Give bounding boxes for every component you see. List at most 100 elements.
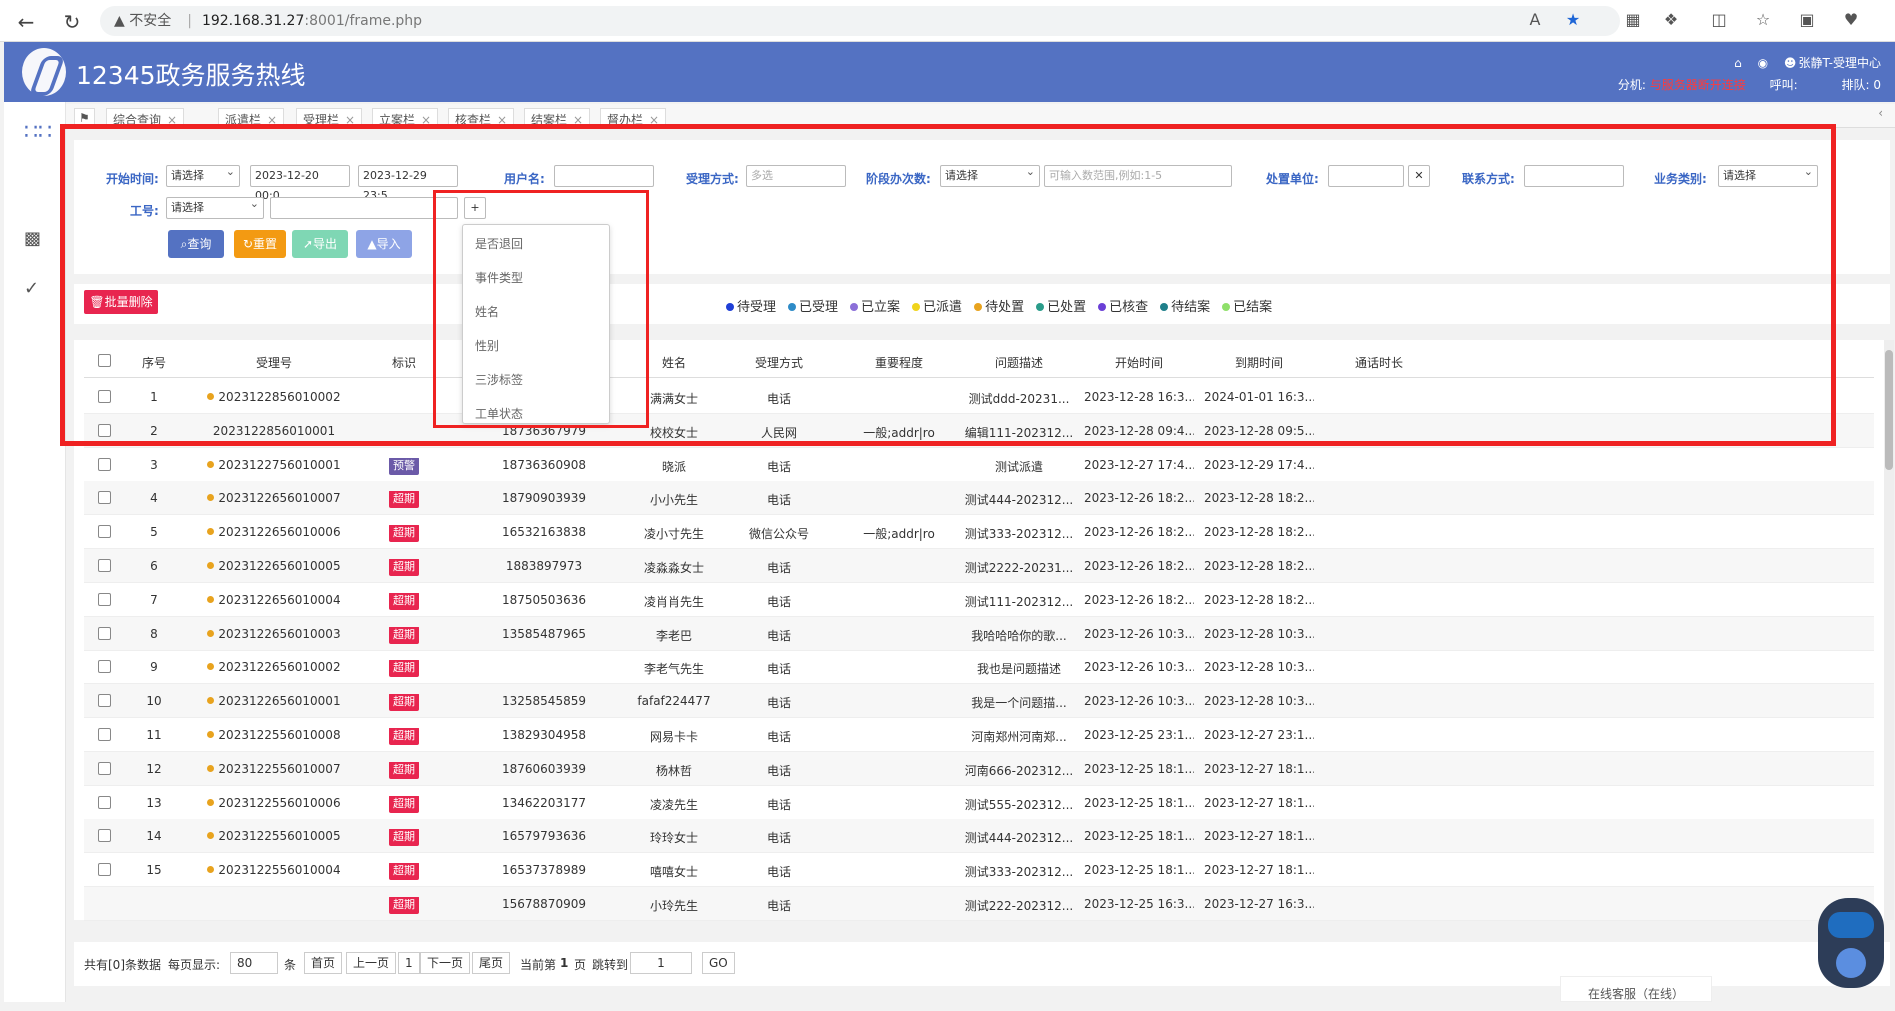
highlight-box — [60, 124, 1836, 446]
cell-badge: 超期 — [374, 592, 434, 610]
cell-phone: 16537378989 — [502, 863, 586, 878]
status-badge: 超期 — [389, 863, 419, 881]
status-badge: 超期 — [389, 795, 419, 813]
cell-desc: 测试444-202312... — [964, 831, 1074, 846]
next-page-button[interactable]: 下一页 — [420, 952, 471, 974]
cell-end: 2023-12-28 18:2... — [1204, 592, 1314, 607]
row-checkbox[interactable] — [98, 559, 111, 572]
cell-start: 2023-12-25 18:1... — [1084, 863, 1194, 878]
status-dot-icon — [207, 798, 215, 806]
table-scrollbar[interactable] — [1884, 340, 1894, 920]
table-row[interactable]: 10 2023122656010001 超期 13258545859 fafaf2244… — [84, 684, 1874, 719]
split-screen-icon[interactable]: ◫ — [1708, 10, 1730, 29]
table-row[interactable]: 4 2023122656010007 超期 18790903939 小小先生 电话 测试44… — [84, 481, 1874, 516]
app-header: 12345政务服务热线 ⌂ ◉ ☻ 张静T-受理中心 分机: 与服务器断开连接 呼… — [4, 42, 1895, 102]
cell-no: 7 — [150, 592, 158, 607]
ext-label: 分机: — [1617, 78, 1646, 92]
per-page-select[interactable]: 80 — [230, 952, 278, 974]
refresh-icon[interactable]: ↻ — [60, 10, 84, 34]
cell-name: 凌淼淼女士 — [643, 561, 704, 575]
collapse-chevron-icon[interactable]: ‹ — [1878, 106, 1883, 120]
performance-icon[interactable]: ♥ — [1840, 10, 1862, 29]
go-button[interactable]: GO — [702, 952, 735, 974]
call-label: 呼叫: — [1769, 78, 1798, 92]
row-checkbox[interactable] — [98, 525, 111, 539]
row-checkbox[interactable] — [98, 457, 111, 471]
cell-start: 2023-12-26 10:3... — [1084, 660, 1194, 675]
extension-icon[interactable]: ▦ — [1622, 10, 1644, 29]
favorite-star-icon[interactable]: ★ — [1562, 10, 1584, 29]
cell-end: 2023-12-27 18:1... — [1204, 795, 1314, 810]
table-row[interactable]: 15 2023122556010004 超期 16537378989 嘻嘻女士 电话 测试3… — [84, 853, 1874, 888]
cell-end: 2023-12-28 18:2... — [1204, 525, 1314, 540]
check-circle-icon[interactable]: ✓ — [24, 278, 39, 299]
cell-id: 2023122656010006 — [194, 525, 354, 539]
table-row[interactable]: 5 2023122656010006 超期 16532163838 凌小寸先生 微信公众号… — [84, 515, 1874, 550]
current-page: 1 — [560, 956, 569, 970]
cell-phone: 1883897973 — [505, 559, 583, 573]
status-badge: 超期 — [389, 829, 419, 847]
last-page-button[interactable]: 尾页 — [472, 952, 511, 974]
row-checkbox[interactable] — [98, 694, 111, 708]
collections-icon[interactable]: ▣ — [1796, 10, 1818, 29]
queue-label: 排队: — [1841, 78, 1870, 92]
cell-start: 2023-12-26 10:3... — [1084, 626, 1194, 641]
cell-start: 2023-12-26 10:3... — [1084, 694, 1194, 709]
table-row[interactable]: 14 2023122556010005 超期 16579793636 玲玲女士 电话 测试4… — [84, 819, 1874, 854]
table-row[interactable]: 9 2023122656010002 超期 李老气先生 电话 我也是问题描述 2023-12… — [84, 650, 1874, 685]
cell-name: 李老巴 — [655, 628, 692, 643]
row-checkbox[interactable] — [98, 592, 111, 606]
cell-phone: 15678870909 — [502, 897, 586, 911]
status-dot-icon — [207, 764, 215, 772]
cell-end: 2023-12-28 18:2... — [1204, 491, 1314, 506]
read-aloud-icon[interactable]: A — [1524, 10, 1546, 29]
cell-start: 2023-12-26 18:2... — [1084, 491, 1194, 506]
row-checkbox[interactable] — [98, 795, 111, 809]
palette-icon[interactable]: ◉ — [1758, 56, 1768, 70]
back-icon[interactable]: ← — [14, 10, 38, 34]
row-checkbox[interactable] — [98, 829, 111, 843]
cell-desc: 测试222-202312... — [964, 899, 1074, 913]
table-row[interactable]: 6 2023122656010005 超期 1883897973 凌淼淼女士 电话 测试22… — [84, 549, 1874, 583]
prev-page-button[interactable]: 上一页 — [346, 952, 397, 974]
row-checkbox[interactable] — [98, 626, 111, 640]
home-icon[interactable]: ⌂ — [1734, 56, 1742, 70]
cell-name: 小小先生 — [649, 493, 698, 508]
table-row[interactable]: 7 2023122656010004 超期 18750503636 凌肖肖先生 电话 测试1… — [84, 583, 1874, 617]
cell-name: 嘻嘻女士 — [649, 865, 698, 880]
online-service-button[interactable]: 在线客服（在线） — [1560, 976, 1712, 1002]
apps-grid-icon[interactable]: ∷∷ — [24, 120, 52, 145]
row-checkbox[interactable] — [98, 728, 111, 741]
jump-input[interactable]: 1 — [630, 952, 692, 974]
cell-end: 2023-12-27 16:3... — [1204, 897, 1314, 911]
table-row[interactable]: 8 2023122656010003 超期 13585487965 李老巴 电话 我哈哈哈你… — [84, 616, 1874, 651]
cell-phone: 13829304958 — [502, 728, 586, 742]
chat-robot-icon[interactable] — [1818, 898, 1884, 988]
table-row[interactable]: 12 2023122556010007 超期 18760603939 杨林哲 电话 河南66… — [84, 751, 1874, 786]
first-page-button[interactable]: 首页 — [304, 952, 343, 974]
status-dot-icon — [207, 460, 215, 468]
table-row[interactable]: 超期 15678870909 小玲先生 电话 测试222-202312... 2023-1… — [84, 887, 1874, 921]
row-checkbox[interactable] — [98, 761, 111, 775]
table-row[interactable]: 3 2023122756010001 预警 18736360908 晓派 电话 测试派遣 20… — [84, 448, 1874, 482]
cell-badge: 超期 — [374, 626, 434, 644]
row-checkbox[interactable] — [98, 491, 111, 505]
cell-no: 3 — [150, 457, 158, 472]
table-row[interactable]: 13 2023122556010006 超期 13462203177 凌凌先生 电话 测试5… — [84, 786, 1874, 820]
table-row[interactable]: 11 2023122556010008 超期 13829304958 网易卡卡 电话 河南郑… — [84, 718, 1874, 752]
favorites-icon[interactable]: ☆ — [1752, 10, 1774, 29]
row-checkbox[interactable] — [98, 863, 111, 877]
user-name[interactable]: 张静T-受理中心 — [1798, 56, 1881, 70]
cell-desc: 测试333-202312... — [964, 865, 1074, 880]
puzzle-icon[interactable]: ❖ — [1660, 10, 1682, 29]
status-dot-icon — [207, 731, 215, 738]
address-bar[interactable]: ▲ 不安全 | 192.168.31.27:8001/frame.php — [100, 6, 1620, 36]
status-dot-icon — [207, 832, 215, 840]
cell-way: 电话 — [766, 459, 791, 474]
status-badge: 超期 — [389, 559, 419, 576]
cell-no: 5 — [150, 525, 158, 540]
page-number-button[interactable]: 1 — [398, 952, 420, 974]
row-checkbox[interactable] — [98, 660, 111, 674]
current-page-post: 页 — [574, 958, 587, 972]
chat-icon[interactable]: ▩ — [24, 228, 41, 249]
